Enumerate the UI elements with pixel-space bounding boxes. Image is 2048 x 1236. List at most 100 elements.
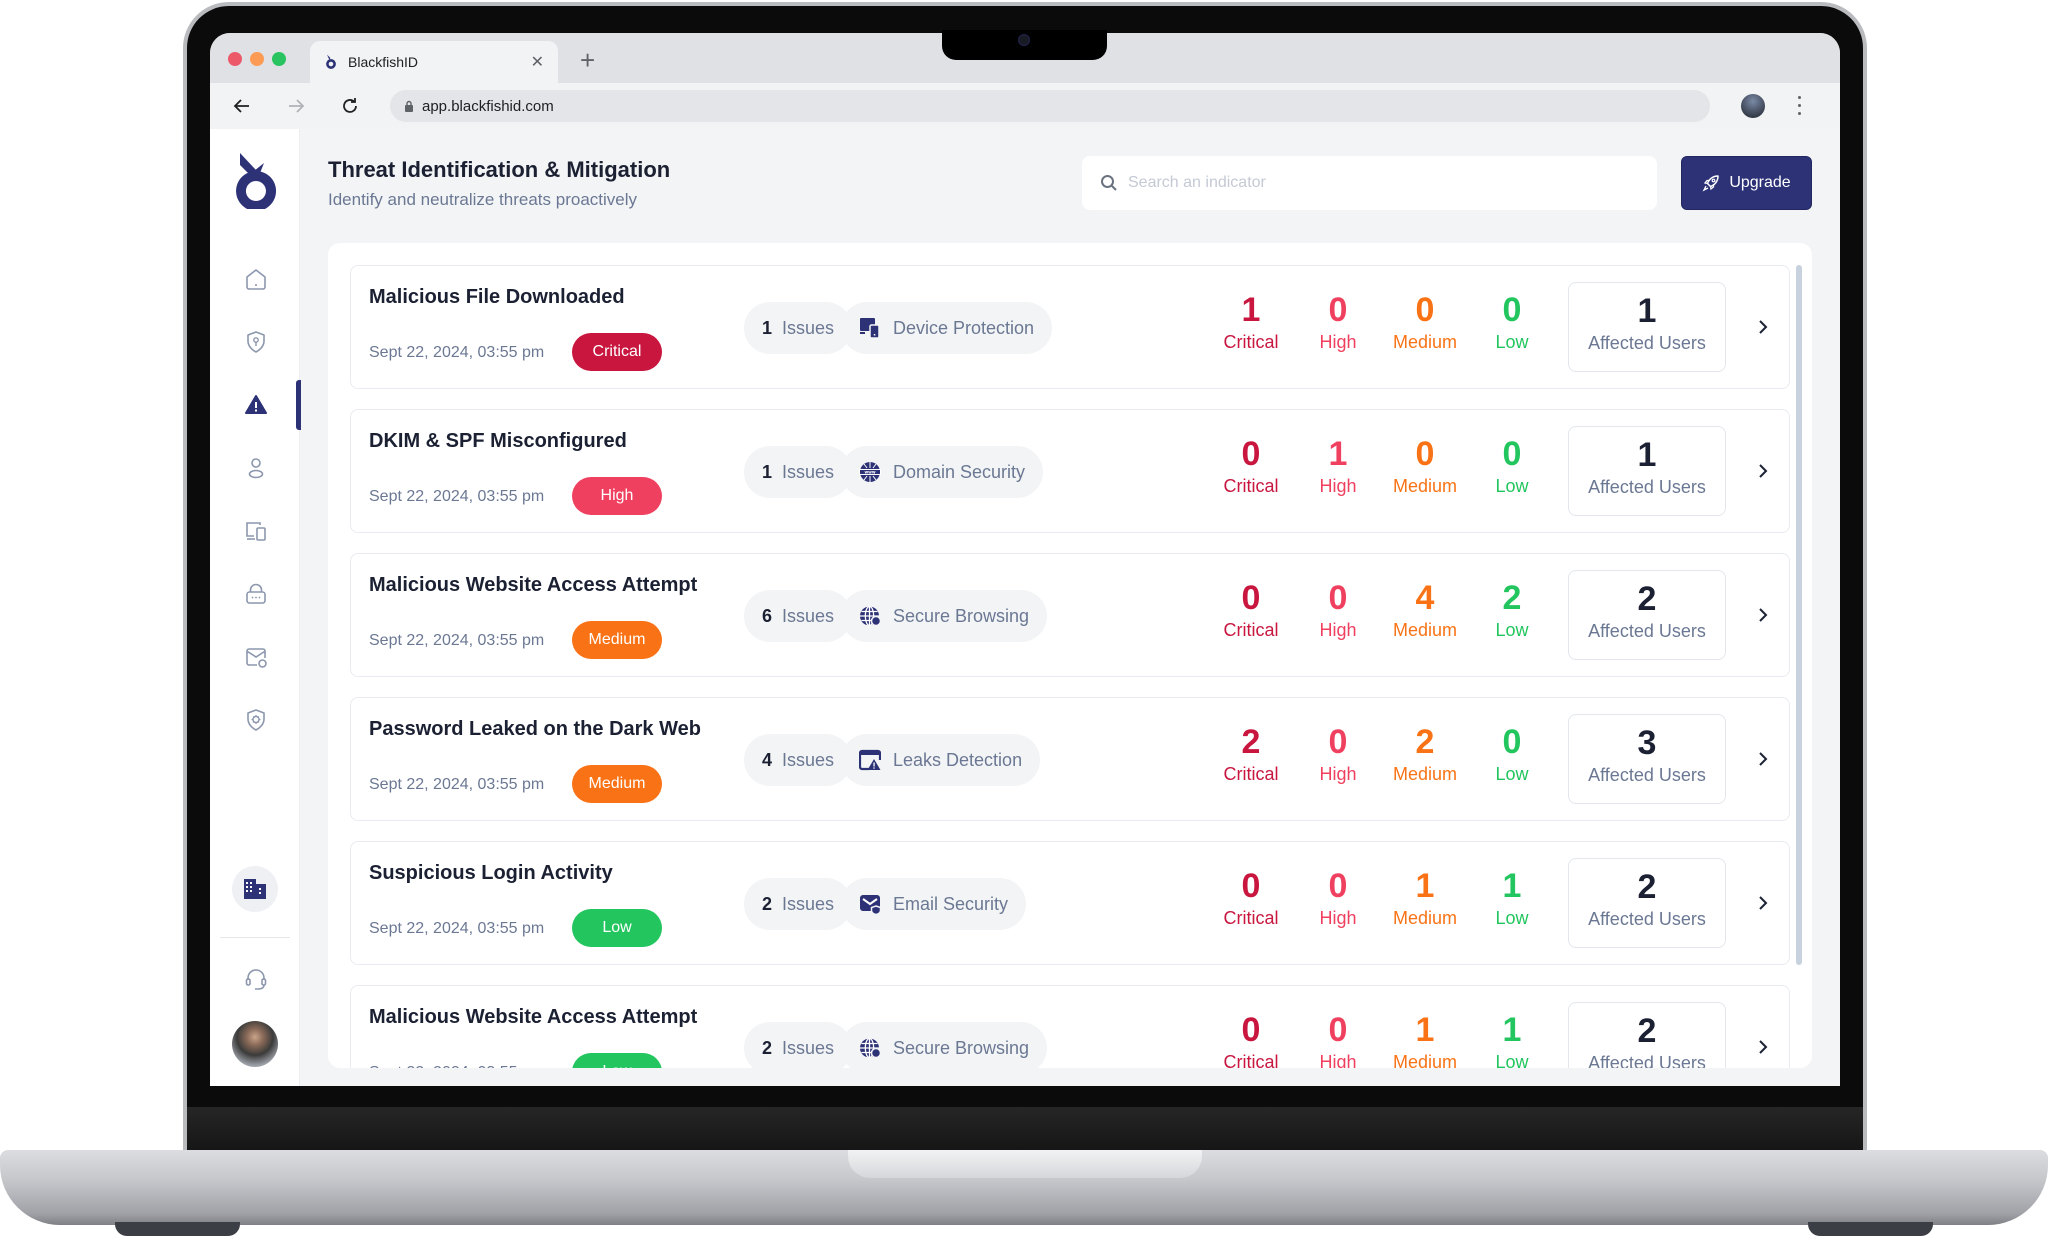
sidebar-item-devices[interactable] <box>240 515 272 547</box>
sidebar-item-security-settings[interactable] <box>240 704 272 736</box>
rocket-icon <box>1702 175 1720 192</box>
issues-count-pill: 6 Issues <box>744 590 853 642</box>
critical-count: 2 <box>1241 723 1261 761</box>
open-details-button[interactable] <box>1751 312 1775 342</box>
threat-title: Malicious Website Access Attempt <box>369 574 698 596</box>
threat-card[interactable]: Password Leaked on the Dark Web Sept 22,… <box>350 697 1790 821</box>
back-button[interactable] <box>230 94 254 118</box>
medium-count-stat: 0 Medium <box>1385 290 1465 354</box>
organization-button[interactable] <box>232 866 278 912</box>
threat-card[interactable]: Suspicious Login Activity Sept 22, 2024,… <box>350 841 1790 965</box>
app: Threat Identification & Mitigation Ident… <box>210 129 1840 1086</box>
open-details-button[interactable] <box>1751 600 1775 630</box>
critical-count: 1 <box>1241 291 1261 329</box>
minimize-window-button[interactable] <box>250 52 264 66</box>
threat-date: Sept 22, 2024, 03:55 pm <box>369 632 545 649</box>
threat-card[interactable]: DKIM & SPF Misconfigured Sept 22, 2024, … <box>350 409 1790 533</box>
sidebar-divider <box>220 937 290 938</box>
high-label: High <box>1319 1052 1357 1068</box>
browser-profile-avatar[interactable] <box>1741 94 1765 118</box>
lock-icon <box>405 100 413 112</box>
search-box[interactable] <box>1082 156 1657 210</box>
medium-count: 1 <box>1415 1011 1435 1049</box>
sidebar-item-email-security[interactable] <box>240 641 272 673</box>
mail-shield-icon <box>860 895 881 915</box>
high-count: 0 <box>1328 723 1348 761</box>
medium-count-stat: 1 Medium <box>1385 866 1465 930</box>
affected-users-count: 1 <box>1637 292 1657 330</box>
threat-card[interactable]: Malicious Website Access Attempt Sept 22… <box>350 985 1790 1068</box>
threat-date: Sept 22, 2024, 03:55 pm <box>369 1064 544 1068</box>
issues-label: Issues <box>782 605 835 626</box>
low-count-stat: 1 Low <box>1472 1010 1552 1068</box>
critical-count-stat: 0 Critical <box>1211 434 1291 498</box>
address-bar[interactable]: app.blackfishid.com <box>390 90 1710 122</box>
page-title: Threat Identification & Mitigation <box>328 157 671 182</box>
open-details-button[interactable] <box>1751 744 1775 774</box>
high-label: High <box>1319 476 1357 496</box>
high-label: High <box>1319 620 1357 640</box>
threat-date: Sept 22, 2024, 03:55 pm <box>369 488 545 505</box>
critical-count-stat: 0 Critical <box>1211 1010 1291 1068</box>
medium-count: 0 <box>1415 291 1435 329</box>
threat-list-panel: Malicious File Downloaded Sept 22, 2024,… <box>328 243 1812 1068</box>
shield-key-icon <box>247 331 265 353</box>
reload-button[interactable] <box>338 94 362 118</box>
support-button[interactable] <box>240 963 272 995</box>
sidebar-item-threats[interactable] <box>240 389 272 421</box>
mail-shield-icon <box>246 648 267 668</box>
low-count: 1 <box>1502 867 1522 905</box>
device-protection-icon <box>860 318 880 339</box>
browser-tab[interactable]: BlackfishID ✕ <box>310 41 558 83</box>
critical-label: Critical <box>1223 764 1279 784</box>
threat-card[interactable]: Malicious Website Access Attempt Sept 22… <box>350 553 1790 677</box>
severity-badge: Medium <box>572 621 662 659</box>
critical-label: Critical <box>1223 476 1279 496</box>
laptop-base-notch <box>848 1150 1202 1178</box>
low-label: Low <box>1495 764 1529 784</box>
camera-notch <box>942 30 1107 60</box>
open-details-button[interactable] <box>1751 888 1775 918</box>
sidebar-item-home[interactable] <box>240 263 272 295</box>
open-details-button[interactable] <box>1751 456 1775 486</box>
issues-count: 4 <box>762 749 773 770</box>
globe-shield-icon <box>860 1037 881 1059</box>
upgrade-button[interactable]: Upgrade <box>1681 156 1812 210</box>
search-input[interactable] <box>1128 174 1628 192</box>
svg-text:www: www <box>864 469 875 474</box>
threat-card[interactable]: Malicious File Downloaded Sept 22, 2024,… <box>350 265 1790 389</box>
laptop-foot <box>1808 1222 1933 1236</box>
open-details-button[interactable] <box>1751 1032 1775 1062</box>
issues-count: 1 <box>762 317 773 338</box>
issues-label: Issues <box>782 461 835 482</box>
threat-date: Sept 22, 2024, 03:55 pm <box>369 344 545 361</box>
forward-button[interactable] <box>284 94 308 118</box>
high-label: High <box>1319 764 1357 784</box>
critical-label: Critical <box>1223 1052 1279 1068</box>
close-window-button[interactable] <box>228 52 242 66</box>
category-pill: Secure Browsing <box>841 590 1048 642</box>
affected-users-count: 2 <box>1637 1012 1657 1050</box>
maximize-window-button[interactable] <box>272 52 286 66</box>
support-headset-icon <box>245 969 267 990</box>
browser-menu-button[interactable] <box>1796 93 1802 117</box>
sidebar-item-password-vault[interactable] <box>240 578 272 610</box>
critical-count: 0 <box>1241 579 1261 617</box>
medium-count: 1 <box>1415 867 1435 905</box>
sidebar-item-users[interactable] <box>240 452 272 484</box>
severity-badge: Low <box>572 1053 662 1068</box>
category-label: Email Security <box>893 893 1009 914</box>
new-tab-button[interactable]: + <box>580 45 595 76</box>
blackfish-logo[interactable] <box>232 153 280 211</box>
tab-close-icon[interactable]: ✕ <box>531 52 544 72</box>
sidebar-item-identity-protection[interactable] <box>240 326 272 358</box>
medium-label: Medium <box>1392 1052 1458 1068</box>
scrollbar[interactable] <box>1796 265 1802 965</box>
critical-label: Critical <box>1223 332 1279 352</box>
user-avatar[interactable] <box>232 1021 278 1067</box>
window-alert-icon <box>859 749 881 771</box>
medium-count: 0 <box>1415 435 1435 473</box>
search-icon <box>1101 175 1117 191</box>
upgrade-label: Upgrade <box>1729 174 1791 191</box>
issues-count: 2 <box>762 893 773 914</box>
